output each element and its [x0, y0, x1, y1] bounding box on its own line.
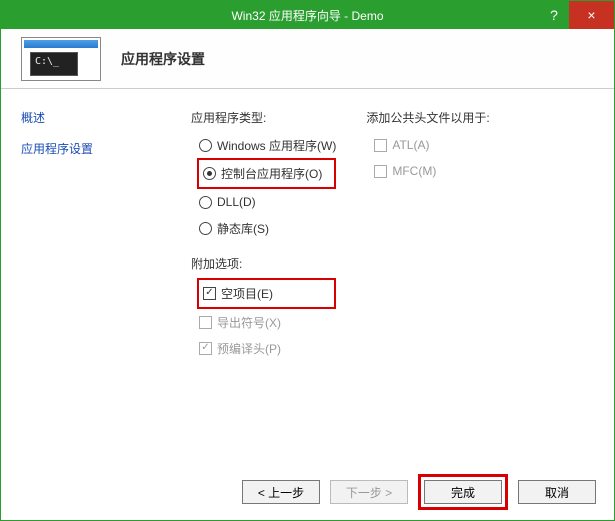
checkbox-label: MFC(M) [392, 164, 436, 178]
radio-label: 静态库(S) [217, 220, 269, 237]
radio-label: Windows 应用程序(W) [217, 137, 336, 154]
titlebar-controls: ? × [539, 1, 614, 29]
checkbox-icon [374, 165, 387, 178]
highlight-console: 控制台应用程序(O) [197, 158, 336, 189]
checkbox-export-symbols: 导出符号(X) [199, 312, 336, 332]
close-button[interactable]: × [569, 1, 614, 29]
checkbox-mfc: MFC(M) [374, 161, 489, 181]
checkbox-atl: ATL(A) [374, 135, 489, 155]
header-icon: C:\_ [21, 37, 101, 81]
checkbox-icon [199, 342, 212, 355]
checkbox-label: ATL(A) [392, 138, 429, 152]
highlight-empty-project: 空项目(E) [197, 278, 336, 309]
checkbox-icon [203, 287, 216, 300]
radio-icon [199, 196, 212, 209]
col-left: 应用程序类型: Windows 应用程序(W) 控制台应用程序(O) DLL(D… [191, 109, 336, 479]
footer: < 上一步 下一步 > 完成 取消 [242, 474, 596, 510]
col-right: 添加公共头文件以用于: ATL(A) MFC(M) [366, 109, 489, 479]
prev-button[interactable]: < 上一步 [242, 480, 320, 504]
console-icon: C:\_ [30, 52, 78, 76]
sidebar: 概述 应用程序设置 [1, 89, 171, 479]
radio-static-lib[interactable]: 静态库(S) [199, 218, 336, 238]
common-headers-label: 添加公共头文件以用于: [366, 109, 489, 126]
body: 概述 应用程序设置 应用程序类型: Windows 应用程序(W) 控制台应用程… [1, 89, 614, 479]
sidebar-item-overview[interactable]: 概述 [21, 109, 171, 126]
radio-label: 控制台应用程序(O) [221, 165, 322, 182]
checkbox-icon [199, 316, 212, 329]
addl-options-label: 附加选项: [191, 255, 336, 272]
radio-icon [199, 139, 212, 152]
help-button[interactable]: ? [539, 1, 569, 29]
titlebar: Win32 应用程序向导 - Demo ? × [1, 1, 614, 29]
next-button: 下一步 > [330, 480, 408, 504]
app-type-label: 应用程序类型: [191, 109, 336, 126]
radio-windows-app[interactable]: Windows 应用程序(W) [199, 135, 336, 155]
finish-button[interactable]: 完成 [424, 480, 502, 504]
page-title: 应用程序设置 [121, 49, 205, 69]
checkbox-label: 预编译头(P) [217, 340, 281, 357]
checkbox-empty-project[interactable]: 空项目(E) [203, 283, 328, 303]
radio-console-app[interactable]: 控制台应用程序(O) [203, 163, 328, 183]
radio-icon [203, 167, 216, 180]
cancel-button[interactable]: 取消 [518, 480, 596, 504]
radio-label: DLL(D) [217, 195, 256, 209]
checkbox-label: 导出符号(X) [217, 314, 281, 331]
highlight-finish: 完成 [418, 474, 508, 510]
window-title: Win32 应用程序向导 - Demo [231, 7, 383, 24]
radio-icon [199, 222, 212, 235]
checkbox-label: 空项目(E) [221, 285, 273, 302]
checkbox-icon [374, 139, 387, 152]
radio-dll[interactable]: DLL(D) [199, 192, 336, 212]
sidebar-item-settings[interactable]: 应用程序设置 [21, 140, 171, 157]
header: C:\_ 应用程序设置 [1, 29, 614, 89]
checkbox-precompiled-header: 预编译头(P) [199, 338, 336, 358]
main: 应用程序类型: Windows 应用程序(W) 控制台应用程序(O) DLL(D… [171, 89, 614, 479]
wizard-window: Win32 应用程序向导 - Demo ? × C:\_ 应用程序设置 概述 应… [0, 0, 615, 521]
